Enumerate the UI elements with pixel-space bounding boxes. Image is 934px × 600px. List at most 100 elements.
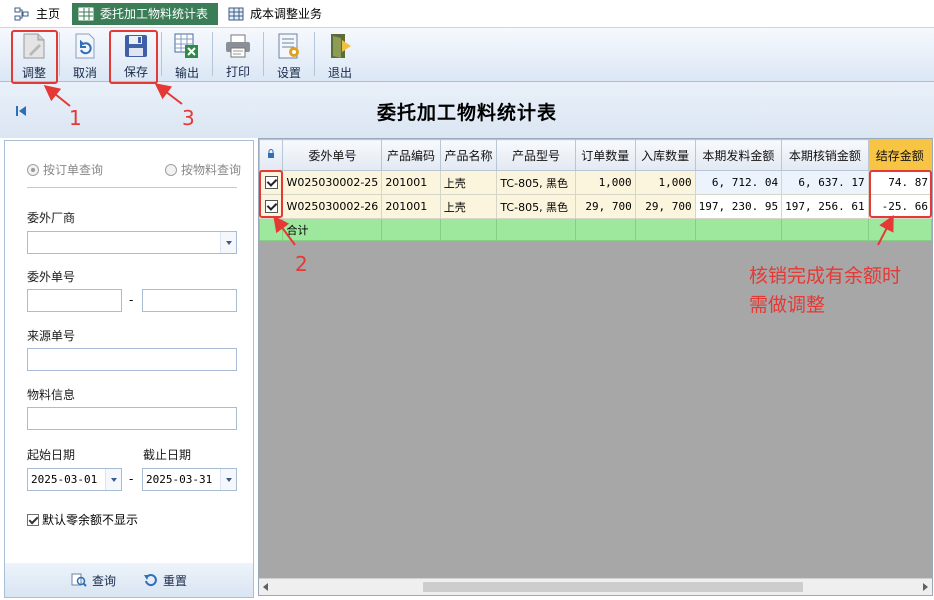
chevron-down-icon[interactable]: [220, 469, 236, 490]
tab-home[interactable]: 主页: [8, 3, 68, 25]
page-title: 委托加工物料统计表: [376, 102, 557, 124]
undo-arrow-icon: [142, 572, 158, 588]
model-cell: TC-805, 黑色: [496, 194, 576, 219]
in-qty-cell: 1,000: [634, 170, 696, 195]
toolbar-separator: [314, 32, 315, 76]
name-cell: 上壳: [439, 170, 498, 195]
annotation-note-line-1: 核销完成有余额时: [749, 265, 902, 287]
search-icon: [71, 572, 87, 588]
end-date-label: 截止日期: [143, 448, 192, 462]
code-cell: 201001: [381, 170, 441, 195]
print-label: 打印: [225, 65, 250, 79]
settings-list-icon: [275, 32, 303, 60]
column-header[interactable]: 本期发料金额: [694, 139, 783, 171]
source-no-label: 来源单号: [27, 329, 76, 343]
order-no-to-input[interactable]: [142, 289, 237, 312]
tab-label: 委托加工物料统计表: [100, 7, 209, 21]
radio-by-order[interactable]: 按订单查询: [27, 161, 103, 178]
column-header[interactable]: 本期核销金额: [781, 139, 869, 171]
data-grid: 委外单号 产品编码 产品名称 产品型号 订单数量 入库数量 本期发料金额 本期核…: [258, 138, 933, 596]
export-button[interactable]: 输出: [163, 28, 211, 80]
source-no-input[interactable]: [27, 348, 237, 371]
export-label: 输出: [174, 66, 199, 80]
reset-button[interactable]: 重置: [142, 572, 187, 589]
column-header[interactable]: 产品型号: [496, 139, 576, 171]
total-cell: [867, 218, 932, 241]
total-cell: [439, 218, 498, 241]
lock-icon: [267, 148, 275, 162]
column-header[interactable]: 入库数量: [634, 139, 696, 171]
range-dash: -: [129, 293, 134, 307]
chevron-down-icon[interactable]: [105, 469, 121, 490]
exit-button[interactable]: 退出: [316, 28, 364, 80]
vendor-select[interactable]: [27, 231, 237, 254]
annotation-box-checkboxes: [259, 170, 283, 218]
annotation-note-line-2: 需做调整: [749, 294, 826, 316]
total-cell: [496, 218, 576, 241]
hide-zero-balance-checkbox[interactable]: 默认零余额不显示: [27, 511, 138, 528]
column-header[interactable]: 产品编码: [381, 139, 441, 171]
table-row[interactable]: W025030002-26 201001 上壳 TC-805, 黑色 29, 7…: [259, 194, 932, 219]
horizontal-scrollbar[interactable]: [259, 578, 932, 595]
total-label-cell: 合计: [282, 218, 383, 241]
end-date-picker[interactable]: 2025-03-31: [142, 468, 237, 491]
total-cell: [574, 218, 636, 241]
start-date-value: 2025-03-01: [31, 473, 98, 486]
cancel-button[interactable]: 取消: [61, 28, 109, 80]
annotation-box-balance: [869, 170, 932, 218]
print-button[interactable]: 打印: [214, 28, 262, 80]
divider: [27, 187, 237, 188]
grid-table-icon: [78, 7, 94, 21]
start-date-picker[interactable]: 2025-03-01: [27, 468, 122, 491]
toolbar-separator: [263, 32, 264, 76]
vendor-label: 委外厂商: [27, 211, 76, 225]
table-row[interactable]: W025030002-25 201001 上壳 TC-805, 黑色 1,000…: [259, 170, 932, 195]
cancel-label: 取消: [72, 66, 97, 80]
hide-zero-label: 默认零余额不显示: [42, 513, 139, 527]
toolbar-separator: [161, 32, 162, 76]
query-mode-group: 按订单查询 按物料查询: [27, 161, 241, 178]
exit-label: 退出: [327, 66, 352, 80]
query-actions: 查询 重置: [5, 563, 253, 597]
code-cell: 201001: [381, 194, 441, 219]
lock-column-header[interactable]: [259, 139, 284, 171]
material-input[interactable]: [27, 407, 237, 430]
annotation-note: 核销完成有余额时 需做调整: [749, 262, 901, 320]
tab-outsourcing-material-report[interactable]: 委托加工物料统计表: [72, 2, 219, 25]
settings-button[interactable]: 设置: [265, 28, 313, 80]
column-header[interactable]: 订单数量: [574, 139, 636, 171]
order-no-from-input[interactable]: [27, 289, 122, 312]
column-header[interactable]: 产品名称: [439, 139, 498, 171]
annotation-box-save: [109, 30, 158, 84]
total-spacer-cell: [259, 218, 284, 241]
query-button[interactable]: 查询: [71, 572, 116, 589]
scroll-thumb[interactable]: [423, 582, 803, 592]
writeoff-amount-cell: 197, 256. 61: [781, 194, 869, 219]
home-icon: [14, 7, 30, 21]
order-no-cell: W025030002-26: [282, 194, 383, 219]
column-header[interactable]: 委外单号: [282, 139, 383, 171]
grid-header-row: 委外单号 产品编码 产品名称 产品型号 订单数量 入库数量 本期发料金额 本期核…: [259, 139, 932, 171]
chevron-down-icon[interactable]: [220, 232, 236, 253]
annotation-step-1: 1: [69, 106, 82, 130]
total-cell: [781, 218, 869, 241]
query-label: 查询: [91, 573, 116, 588]
tab-cost-adjustment[interactable]: 成本调整业务: [222, 3, 330, 25]
issue-amount-cell: 6, 712. 04: [694, 170, 783, 195]
tab-label: 成本调整业务: [250, 7, 323, 21]
radio-label: 按物料查询: [180, 163, 241, 177]
settings-label: 设置: [276, 66, 301, 80]
total-row: 合计: [259, 218, 932, 241]
scroll-right-icon[interactable]: [923, 583, 928, 591]
total-cell: [634, 218, 696, 241]
column-header-balance[interactable]: 结存金额: [867, 139, 932, 171]
grid-table-icon: [228, 7, 244, 21]
model-cell: TC-805, 黑色: [496, 170, 576, 195]
scroll-left-icon[interactable]: [263, 583, 268, 591]
order-no-cell: W025030002-25: [282, 170, 383, 195]
writeoff-amount-cell: 6, 637. 17: [781, 170, 869, 195]
printer-icon: [224, 32, 252, 59]
radio-by-material[interactable]: 按物料查询: [164, 161, 241, 178]
query-panel: 按订单查询 按物料查询 委外厂商 委外单号 - 来源单号 物料信息 起始日期 截…: [4, 140, 254, 598]
tab-label: 主页: [36, 7, 61, 21]
